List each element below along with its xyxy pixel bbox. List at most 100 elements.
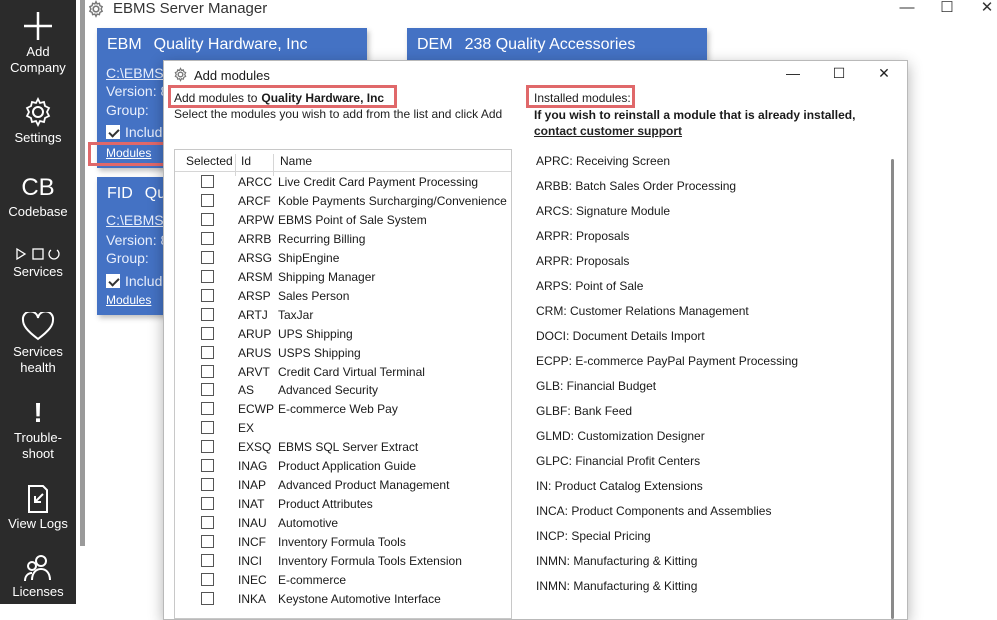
table-row[interactable]: ECWP E-commerce Web Pay: [175, 400, 511, 419]
nav-add-company[interactable]: Add Company: [0, 10, 76, 76]
include-checkbox[interactable]: [106, 125, 120, 139]
company-name: 238 Quality Accessories: [464, 36, 636, 53]
table-row[interactable]: INAU Automotive: [175, 514, 511, 533]
heart-icon: [21, 312, 55, 341]
module-name: Recurring Billing: [278, 231, 366, 246]
table-row[interactable]: ARCF Koble Payments Surcharging/Convenien…: [175, 192, 511, 211]
col-selected-header[interactable]: Selected: [186, 154, 233, 168]
table-row[interactable]: ARUP UPS Shipping: [175, 325, 511, 344]
include-checkbox-row[interactable]: Includ: [106, 124, 162, 140]
module-select-checkbox[interactable]: [201, 591, 214, 605]
nav-label: Add Company: [10, 44, 66, 75]
installed-module-item: DOCI: Document Details Import: [536, 329, 705, 343]
maximize-button[interactable]: ☐: [935, 0, 959, 18]
dialog-title: Add modules: [194, 68, 270, 83]
table-row[interactable]: ARPW EBMS Point of Sale System: [175, 211, 511, 230]
module-name: Credit Card Virtual Terminal: [278, 364, 425, 379]
module-select-checkbox[interactable]: [201, 554, 214, 567]
nav-label: Licenses: [12, 584, 64, 599]
module-id: ARRB: [238, 231, 272, 246]
app-title: EBMS Server Manager: [113, 0, 268, 17]
table-row[interactable]: ARSM Shipping Manager: [175, 268, 511, 287]
table-row[interactable]: INAP Advanced Product Management: [175, 476, 511, 495]
col-name-header[interactable]: Name: [280, 154, 312, 168]
dialog-maximize-button[interactable]: ☐: [828, 65, 850, 85]
module-select-checkbox[interactable]: [201, 459, 214, 473]
company-path-link[interactable]: C:\EBMS\: [106, 65, 167, 81]
services-controls-icon: [16, 247, 60, 261]
table-row[interactable]: ARRB Recurring Billing: [175, 230, 511, 249]
module-select-checkbox[interactable]: [201, 250, 214, 264]
module-select-checkbox[interactable]: [201, 288, 214, 302]
table-row[interactable]: AS Advanced Security: [175, 381, 511, 400]
dialog-minimize-button[interactable]: —: [782, 65, 804, 85]
module-select-checkbox[interactable]: [201, 364, 214, 378]
installed-list-scrollbar[interactable]: [891, 159, 894, 619]
table-row[interactable]: INEC E-commerce: [175, 571, 511, 590]
nav-services-health[interactable]: Services health: [0, 312, 76, 376]
table-row[interactable]: ARSP Sales Person: [175, 287, 511, 306]
module-select-checkbox[interactable]: [201, 440, 214, 454]
nav-troubleshoot[interactable]: ! Trouble- shoot: [0, 398, 76, 462]
table-row[interactable]: ARCC Live Credit Card Payment Processing: [175, 173, 511, 192]
modules-link[interactable]: Modules: [106, 293, 151, 307]
installed-module-item: ECPP: E-commerce PayPal Payment Processi…: [536, 354, 799, 368]
table-header: Selected Id Name: [175, 150, 511, 176]
table-row[interactable]: INCF Inventory Formula Tools: [175, 533, 511, 552]
table-row[interactable]: ARUS USPS Shipping: [175, 344, 511, 363]
gear-icon: [88, 0, 104, 18]
nav-services[interactable]: Services: [0, 246, 76, 280]
table-row[interactable]: ARSG ShipEngine: [175, 249, 511, 268]
module-select-checkbox[interactable]: [201, 193, 214, 207]
module-name: Inventory Formula Tools: [278, 535, 406, 550]
include-checkbox-row[interactable]: Includ: [106, 273, 162, 289]
company-path-link[interactable]: C:\EBMS\: [106, 212, 167, 228]
module-select-checkbox[interactable]: [201, 307, 214, 321]
col-id-header[interactable]: Id: [241, 154, 251, 168]
module-select-checkbox[interactable]: [201, 175, 214, 188]
module-name: Product Attributes: [278, 497, 373, 512]
close-button[interactable]: ✕: [975, 0, 997, 18]
company-card-header: FID Qu: [107, 185, 166, 203]
company-group: Group:: [106, 250, 149, 266]
table-row[interactable]: INAT Product Attributes: [175, 495, 511, 514]
module-select-checkbox[interactable]: [201, 212, 214, 226]
module-select-checkbox[interactable]: [201, 535, 214, 549]
nav-label: Trouble- shoot: [14, 430, 62, 461]
company-group: Group:: [106, 102, 149, 118]
module-select-checkbox[interactable]: [201, 516, 214, 530]
table-row[interactable]: INCI Inventory Formula Tools Extension: [175, 552, 511, 571]
module-select-checkbox[interactable]: [201, 402, 214, 416]
table-row[interactable]: INAG Product Application Guide: [175, 457, 511, 476]
module-select-checkbox[interactable]: [201, 421, 214, 435]
table-row[interactable]: EX: [175, 419, 511, 438]
module-select-checkbox[interactable]: [201, 497, 214, 511]
dialog-close-button[interactable]: ✕: [873, 65, 895, 85]
nav-label: Settings: [14, 130, 62, 145]
nav-scrollbar[interactable]: [80, 0, 85, 546]
module-select-checkbox[interactable]: [201, 326, 214, 340]
include-checkbox[interactable]: [106, 274, 120, 288]
contact-support-link[interactable]: contact customer support: [534, 124, 682, 138]
module-id: ARCC: [238, 175, 273, 189]
minimize-button[interactable]: —: [895, 0, 919, 18]
table-row[interactable]: INKA Keystone Automotive Interface: [175, 590, 511, 609]
module-name: Inventory Formula Tools Extension: [278, 554, 462, 568]
nav-codebase[interactable]: CB Codebase: [0, 174, 76, 220]
installed-module-item: GLMD: Customization Designer: [536, 429, 705, 443]
module-select-checkbox[interactable]: [201, 478, 214, 492]
nav-settings[interactable]: Settings: [0, 96, 76, 146]
table-row[interactable]: ARTJ TaxJar: [175, 306, 511, 325]
module-select-checkbox[interactable]: [201, 383, 214, 397]
table-row[interactable]: EXSQ EBMS SQL Server Extract: [175, 438, 511, 457]
table-row[interactable]: ARVT Credit Card Virtual Terminal: [175, 363, 511, 382]
module-select-checkbox[interactable]: [201, 345, 214, 359]
gear-icon: [25, 96, 51, 128]
nav-view-logs[interactable]: View Logs: [0, 482, 76, 532]
module-id: EX: [238, 421, 255, 436]
module-select-checkbox[interactable]: [201, 231, 214, 245]
left-nav: Add Company Settings CB Codebase Service…: [0, 0, 76, 604]
nav-licenses[interactable]: Licenses: [0, 554, 76, 600]
module-select-checkbox[interactable]: [201, 269, 214, 283]
module-select-checkbox[interactable]: [201, 572, 214, 586]
